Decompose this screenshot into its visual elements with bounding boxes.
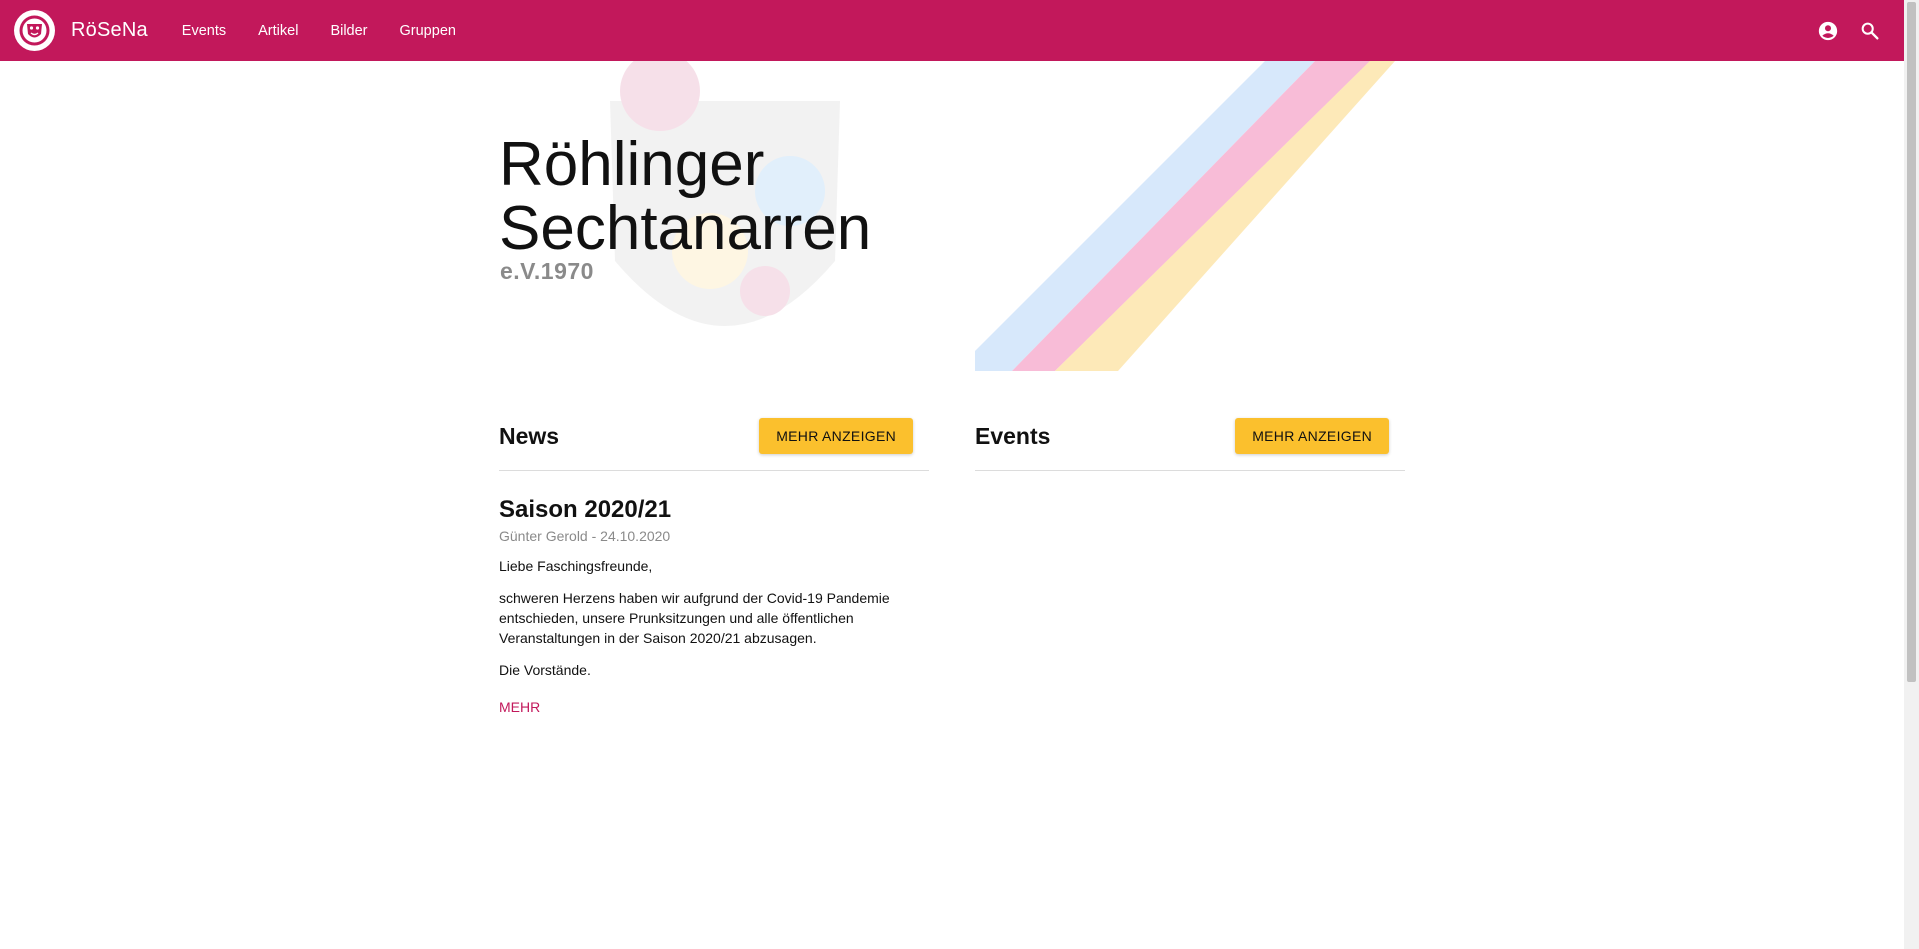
- events-divider: [975, 470, 1405, 471]
- page-title-line-2: Sechtanarren: [499, 194, 872, 263]
- nav-item-artikel[interactable]: Artikel: [242, 23, 314, 39]
- news-header: News MEHR ANZEIGEN: [499, 418, 929, 454]
- brand-name[interactable]: RöSeNa: [71, 19, 148, 42]
- events-section: Events MEHR ANZEIGEN: [975, 418, 1405, 471]
- page-subtitle: e.V.1970: [500, 258, 594, 284]
- nav-item-events[interactable]: Events: [166, 23, 242, 39]
- article-paragraph: Liebe Faschingsfreunde,: [499, 558, 653, 574]
- events-more-button[interactable]: MEHR ANZEIGEN: [1235, 418, 1389, 454]
- scrollbar-thumb[interactable]: [1907, 2, 1916, 682]
- article-body: Liebe Faschingsfreunde, schweren Herzens…: [499, 556, 929, 680]
- nav-item-bilder[interactable]: Bilder: [314, 23, 383, 39]
- events-heading: Events: [975, 422, 1051, 449]
- article-paragraph: schweren Herzens haben wir aufgrund der …: [499, 590, 890, 646]
- hero-section: Röhlinger Sechtanarren e.V.1970: [0, 61, 1904, 371]
- appbar-actions: [1816, 19, 1882, 43]
- news-section: News MEHR ANZEIGEN Saison 2020/21 Günter…: [499, 418, 929, 717]
- article-paragraph: Die Vorstände.: [499, 662, 591, 678]
- search-icon[interactable]: [1858, 19, 1882, 43]
- main-nav: Events Artikel Bilder Gruppen: [166, 23, 472, 39]
- nav-item-gruppen[interactable]: Gruppen: [384, 23, 472, 39]
- page-title-line-1: Röhlinger: [499, 130, 765, 199]
- account-circle-icon[interactable]: [1816, 19, 1840, 43]
- article-title[interactable]: Saison 2020/21: [499, 496, 929, 524]
- page-title: Röhlinger Sechtanarren: [499, 133, 871, 261]
- club-logo-icon[interactable]: [14, 10, 55, 51]
- news-heading: News: [499, 422, 560, 449]
- news-more-button[interactable]: MEHR ANZEIGEN: [759, 418, 913, 454]
- article-more-link[interactable]: MEHR: [499, 699, 540, 715]
- article-meta: Günter Gerold - 24.10.2020: [499, 528, 671, 544]
- hero-stripes: [975, 61, 1395, 371]
- news-article: Saison 2020/21 Günter Gerold - 24.10.202…: [499, 496, 929, 717]
- events-header: Events MEHR ANZEIGEN: [975, 418, 1405, 454]
- news-divider: [499, 470, 929, 471]
- page-scrollbar[interactable]: [1904, 0, 1919, 949]
- top-app-bar: RöSeNa Events Artikel Bilder Gruppen: [0, 0, 1904, 61]
